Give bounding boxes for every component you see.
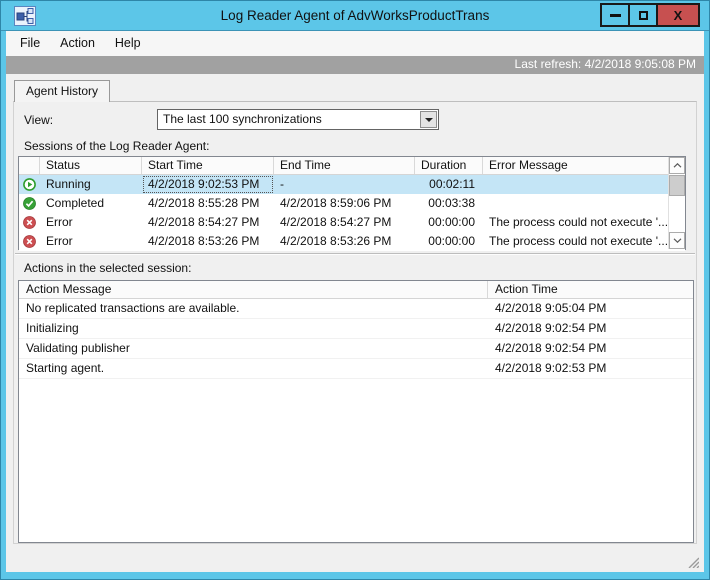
- column-header-error-message[interactable]: Error Message: [483, 157, 685, 174]
- actions-table: Action Message Action Time No replicated…: [18, 280, 694, 543]
- action-row[interactable]: Initializing 4/2/2018 9:02:54 PM: [19, 319, 693, 339]
- action-message: Initializing: [26, 321, 79, 335]
- column-header-status-icon[interactable]: [19, 157, 40, 174]
- close-icon: X: [673, 7, 683, 23]
- session-row-error[interactable]: Error 4/2/2018 8:54:27 PM 4/2/2018 8:54:…: [19, 213, 685, 232]
- scrollbar-thumb[interactable]: [669, 175, 685, 196]
- session-end-time: 4/2/2018 8:53:26 PM: [280, 234, 392, 248]
- session-start-time: 4/2/2018 8:53:26 PM: [148, 234, 260, 248]
- action-message: No replicated transactions are available…: [26, 301, 240, 315]
- column-header-duration[interactable]: Duration: [415, 157, 483, 174]
- session-error-message: [483, 194, 685, 213]
- session-row-running[interactable]: Running 4/2/2018 9:02:53 PM - 00:02:11: [19, 175, 685, 194]
- tab-agent-history[interactable]: Agent History: [14, 80, 111, 102]
- action-row[interactable]: No replicated transactions are available…: [19, 299, 693, 319]
- chevron-up-icon: [673, 163, 681, 168]
- session-error-message: [483, 175, 685, 194]
- window-controls: X: [600, 3, 700, 27]
- session-row-error[interactable]: Error 4/2/2018 8:53:26 PM 4/2/2018 8:53:…: [19, 232, 685, 251]
- column-header-end-time[interactable]: End Time: [274, 157, 415, 174]
- actions-header-row: Action Message Action Time: [19, 281, 693, 299]
- view-dropdown-value: The last 100 synchronizations: [163, 112, 322, 126]
- session-status: Running: [46, 177, 91, 191]
- action-time: 4/2/2018 9:05:04 PM: [495, 301, 607, 315]
- completed-icon: [23, 197, 36, 210]
- action-message: Starting agent.: [26, 361, 105, 375]
- view-label: View:: [24, 113, 54, 127]
- session-status: Error: [46, 215, 73, 229]
- sessions-label: Sessions of the Log Reader Agent:: [24, 139, 210, 153]
- resize-grip-icon[interactable]: [685, 554, 699, 568]
- maximize-button[interactable]: [630, 5, 658, 25]
- session-end-time: -: [280, 177, 284, 191]
- session-duration: 00:00:00: [428, 215, 475, 229]
- status-bar: [6, 545, 704, 572]
- session-status: Error: [46, 234, 73, 248]
- action-row[interactable]: Validating publisher 4/2/2018 9:02:54 PM: [19, 339, 693, 359]
- agent-history-tab-page: View: The last 100 synchronizations Sess…: [13, 101, 697, 544]
- running-icon: [23, 178, 36, 191]
- action-time: 4/2/2018 9:02:54 PM: [495, 321, 607, 335]
- menu-bar: File Action Help: [6, 31, 704, 56]
- column-header-status[interactable]: Status: [40, 157, 142, 174]
- column-header-action-message[interactable]: Action Message: [19, 281, 488, 298]
- actions-label: Actions in the selected session:: [24, 261, 192, 275]
- view-dropdown[interactable]: The last 100 synchronizations: [157, 109, 439, 130]
- scroll-up-button[interactable]: [669, 157, 685, 174]
- sessions-table: Status Start Time End Time Duration Erro…: [18, 156, 686, 251]
- column-header-start-time[interactable]: Start Time: [142, 157, 274, 174]
- session-status: Completed: [46, 196, 105, 210]
- session-end-time: 4/2/2018 8:54:27 PM: [280, 215, 392, 229]
- scroll-down-button[interactable]: [669, 232, 685, 249]
- action-message: Validating publisher: [26, 341, 130, 355]
- view-dropdown-button[interactable]: [420, 111, 437, 128]
- minimize-button[interactable]: [602, 5, 630, 25]
- log-reader-agent-window: Log Reader Agent of AdvWorksProductTrans…: [0, 0, 710, 580]
- sessions-header-row: Status Start Time End Time Duration Erro…: [19, 157, 685, 175]
- error-icon: [23, 216, 36, 229]
- action-time: 4/2/2018 9:02:53 PM: [495, 361, 607, 375]
- column-header-action-time[interactable]: Action Time: [488, 281, 693, 298]
- session-start-time: 4/2/2018 9:02:53 PM: [142, 175, 274, 194]
- error-icon: [23, 235, 36, 248]
- window-body: File Action Help Last refresh: 4/2/2018 …: [6, 31, 704, 572]
- client-area: Agent History View: The last 100 synchro…: [6, 74, 704, 572]
- session-end-time: 4/2/2018 8:59:06 PM: [280, 196, 392, 210]
- session-duration: 00:00:00: [428, 234, 475, 248]
- session-duration: 00:03:38: [428, 196, 475, 210]
- minimize-icon: [609, 13, 621, 17]
- title-bar[interactable]: Log Reader Agent of AdvWorksProductTrans…: [1, 1, 709, 31]
- close-button[interactable]: X: [658, 5, 698, 25]
- session-start-time: 4/2/2018 8:54:27 PM: [148, 215, 260, 229]
- session-duration: 00:02:11: [429, 177, 475, 191]
- session-row-completed[interactable]: Completed 4/2/2018 8:55:28 PM 4/2/2018 8…: [19, 194, 685, 213]
- session-error-message: The process could not execute '...: [489, 234, 669, 248]
- maximize-icon: [638, 10, 648, 20]
- menu-help[interactable]: Help: [105, 33, 151, 54]
- chevron-down-icon: [424, 117, 433, 122]
- pane-separator: [15, 253, 695, 255]
- menu-action[interactable]: Action: [50, 33, 105, 54]
- chevron-down-icon: [673, 238, 681, 243]
- session-start-time: 4/2/2018 8:55:28 PM: [148, 196, 260, 210]
- last-refresh-bar: Last refresh: 4/2/2018 9:05:08 PM: [6, 56, 704, 74]
- last-refresh-text: Last refresh: 4/2/2018 9:05:08 PM: [514, 57, 696, 71]
- action-time: 4/2/2018 9:02:54 PM: [495, 341, 607, 355]
- session-error-message: The process could not execute '...: [489, 215, 669, 229]
- menu-file[interactable]: File: [10, 33, 50, 54]
- sessions-scrollbar[interactable]: [668, 157, 685, 249]
- action-row[interactable]: Starting agent. 4/2/2018 9:02:53 PM: [19, 359, 693, 379]
